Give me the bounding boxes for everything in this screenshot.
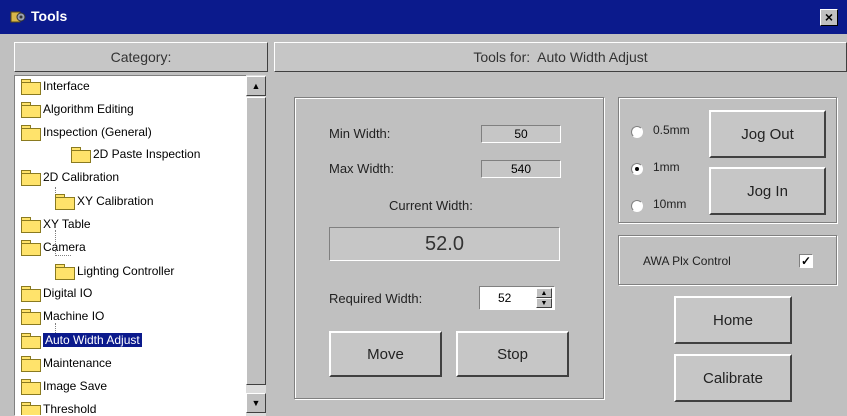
tree-item-xy-calibration[interactable]: XY Calibration <box>55 190 154 212</box>
required-width-input[interactable]: 52 <box>498 291 511 305</box>
scroll-thumb[interactable] <box>246 97 266 385</box>
tools-header: Tools for: Auto Width Adjust <box>274 42 847 72</box>
folder-icon <box>21 356 41 372</box>
plx-control-panel: AWA Plx Control ✓ <box>618 235 837 285</box>
tools-header-tool: Auto Width Adjust <box>537 49 648 65</box>
tree-scrollbar[interactable]: ▲ ▼ <box>246 75 266 416</box>
tree-item-interface[interactable]: Interface <box>21 76 90 97</box>
radio-10mm-label: 10mm <box>653 197 687 211</box>
max-width-value: 540 <box>481 160 561 178</box>
scroll-down-button[interactable]: ▼ <box>246 393 266 413</box>
min-width-label: Min Width: <box>329 126 391 141</box>
width-panel: Min Width: 50 Max Width: 540 Current Wid… <box>294 97 604 399</box>
tree-item-camera[interactable]: Camera <box>21 236 86 258</box>
tree-item-2d-calibration[interactable]: 2D Calibration <box>21 166 119 188</box>
category-tree[interactable]: Interface Algorithm Editing Inspection (… <box>14 75 266 416</box>
min-width-value: 50 <box>481 125 561 143</box>
move-button[interactable]: Move <box>329 331 442 377</box>
plx-control-label: AWA Plx Control <box>643 254 731 268</box>
arrow-up-icon: ▲ <box>540 290 548 297</box>
folder-icon <box>21 240 41 256</box>
stepper-up-button[interactable]: ▲ <box>536 288 552 298</box>
close-button[interactable]: × <box>820 9 838 26</box>
required-width-stepper[interactable]: 52 ▲ ▼ <box>479 286 555 310</box>
calibrate-button[interactable]: Calibrate <box>674 354 792 402</box>
stop-button[interactable]: Stop <box>456 331 569 377</box>
arrow-up-icon: ▲ <box>251 81 261 91</box>
folder-icon <box>71 147 91 163</box>
radio-0-5mm[interactable] <box>631 126 643 138</box>
tree-item-auto-width-adjust[interactable]: Auto Width Adjust <box>21 329 142 351</box>
tree-item-digital-io[interactable]: Digital IO <box>21 282 92 304</box>
checkmark-icon: ✓ <box>800 254 812 268</box>
max-width-label: Max Width: <box>329 161 395 176</box>
folder-icon <box>21 379 41 395</box>
tree-item-threshold[interactable]: Threshold <box>21 398 96 415</box>
scroll-up-button[interactable]: ▲ <box>246 76 266 96</box>
plx-control-checkbox[interactable]: ✓ <box>799 254 813 268</box>
folder-icon <box>21 286 41 302</box>
category-header: Category: <box>14 42 268 72</box>
folder-icon <box>55 264 75 280</box>
current-width-label: Current Width: <box>389 198 473 213</box>
stepper-down-button[interactable]: ▼ <box>536 298 552 308</box>
home-button[interactable]: Home <box>674 296 792 344</box>
folder-icon <box>55 194 75 210</box>
tree-item-algorithm-editing[interactable]: Algorithm Editing <box>21 98 134 120</box>
arrow-down-icon: ▼ <box>540 300 548 307</box>
folder-icon <box>21 125 41 141</box>
radio-0-5mm-label: 0.5mm <box>653 123 690 137</box>
close-icon: × <box>824 9 834 25</box>
window-title: Tools <box>31 8 68 24</box>
tree-item-2d-paste-inspection[interactable]: 2D Paste Inspection <box>71 143 200 165</box>
folder-icon <box>21 102 41 118</box>
tree-item-lighting-controller[interactable]: Lighting Controller <box>55 260 174 282</box>
folder-open-icon <box>21 333 41 349</box>
folder-icon <box>21 217 41 233</box>
tree-item-xy-table[interactable]: XY Table <box>21 213 91 235</box>
radio-1mm-label: 1mm <box>653 160 680 174</box>
tree-item-image-save[interactable]: Image Save <box>21 375 107 397</box>
tools-header-prefix: Tools for: <box>473 49 531 65</box>
arrow-down-icon: ▼ <box>251 398 261 408</box>
tree-item-inspection-general[interactable]: Inspection (General) <box>21 121 152 143</box>
tree-item-maintenance[interactable]: Maintenance <box>21 352 112 374</box>
current-width-value: 52.0 <box>329 227 560 261</box>
title-bar: Tools × <box>0 0 847 34</box>
tree-item-machine-io[interactable]: Machine IO <box>21 305 104 327</box>
jog-in-button[interactable]: Jog In <box>709 167 826 215</box>
jog-out-button[interactable]: Jog Out <box>709 110 826 158</box>
folder-icon <box>21 170 41 186</box>
radio-10mm[interactable] <box>631 200 643 212</box>
folder-icon <box>21 402 41 415</box>
tools-app-icon <box>10 11 26 23</box>
folder-icon <box>21 309 41 325</box>
radio-1mm[interactable] <box>631 163 643 175</box>
jog-panel: 0.5mm 1mm 10mm Jog Out Jog In <box>618 97 837 223</box>
required-width-label: Required Width: <box>329 291 423 306</box>
folder-icon <box>21 79 41 95</box>
